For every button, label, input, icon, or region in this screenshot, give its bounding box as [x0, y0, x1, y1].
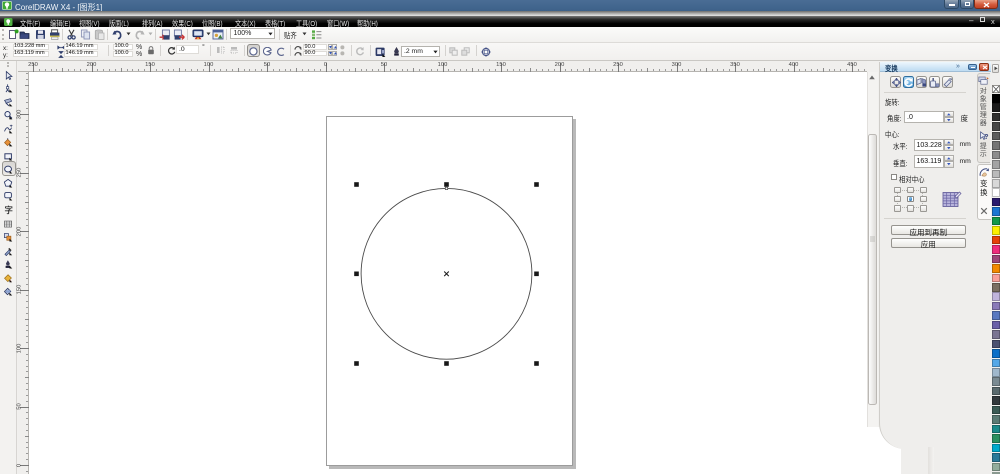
svg-text:?: ?: [984, 134, 988, 141]
svg-text:字: 字: [5, 206, 13, 216]
